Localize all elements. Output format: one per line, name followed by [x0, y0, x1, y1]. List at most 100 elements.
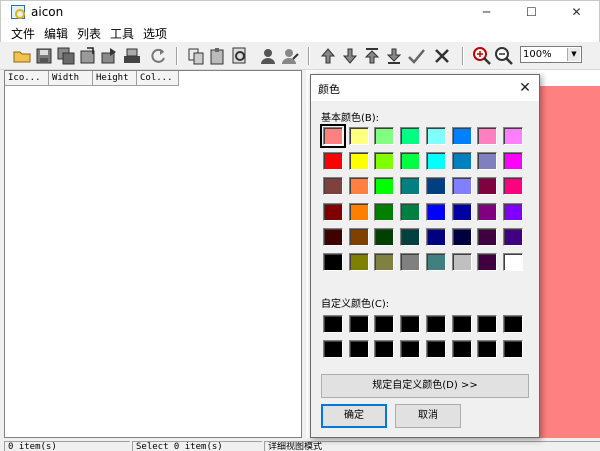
basic-color-swatch[interactable]	[451, 227, 472, 246]
basic-color-swatch[interactable]	[323, 202, 343, 221]
basic-color-swatch[interactable]	[502, 202, 523, 221]
basic-color-swatch[interactable]	[320, 124, 346, 148]
basic-color-swatch[interactable]	[477, 152, 498, 171]
custom-color-swatch[interactable]	[374, 315, 395, 333]
custom-color-swatch[interactable]	[348, 340, 369, 359]
user-edit-icon[interactable]	[280, 46, 300, 66]
basic-color-swatch[interactable]	[348, 152, 369, 171]
basic-color-swatch[interactable]	[451, 177, 472, 196]
custom-color-swatch[interactable]	[374, 340, 395, 359]
custom-color-swatch[interactable]	[477, 340, 498, 359]
basic-color-swatch[interactable]	[400, 177, 421, 196]
basic-color-swatch[interactable]	[477, 177, 498, 196]
paste-icon[interactable]	[208, 46, 228, 66]
column-header-colors[interactable]: Col...	[137, 71, 179, 86]
user-icon[interactable]	[258, 46, 278, 66]
refresh-icon[interactable]	[148, 46, 168, 66]
basic-color-swatch[interactable]	[323, 177, 343, 196]
basic-color-swatch[interactable]	[451, 202, 472, 221]
column-header-icon[interactable]: Ico...	[5, 71, 49, 86]
basic-color-swatch[interactable]	[400, 202, 421, 221]
basic-color-swatch[interactable]	[451, 152, 472, 171]
basic-color-swatch[interactable]	[451, 127, 472, 145]
basic-color-swatch[interactable]	[502, 177, 523, 196]
basic-color-swatch[interactable]	[502, 227, 523, 246]
find-icon[interactable]	[230, 46, 250, 66]
chevron-down-icon[interactable]: ▼	[567, 48, 580, 61]
move-down-icon[interactable]	[340, 46, 360, 66]
menu-file[interactable]: 文件	[11, 25, 35, 42]
menu-tools[interactable]: 工具	[110, 25, 134, 42]
basic-color-swatch[interactable]	[425, 253, 446, 271]
menu-list[interactable]: 列表	[77, 25, 101, 42]
basic-color-swatch[interactable]	[374, 152, 395, 171]
basic-color-swatch[interactable]	[374, 253, 395, 271]
basic-color-swatch[interactable]	[348, 253, 369, 271]
custom-color-swatch[interactable]	[323, 315, 343, 333]
close-window-button[interactable]: ✕	[554, 1, 599, 23]
custom-color-swatch[interactable]	[425, 340, 446, 359]
custom-color-swatch[interactable]	[348, 315, 369, 333]
custom-color-swatch[interactable]	[323, 340, 343, 359]
save-all-icon[interactable]	[56, 46, 76, 66]
basic-color-swatch[interactable]	[348, 127, 369, 145]
basic-color-swatch[interactable]	[425, 127, 446, 145]
basic-color-swatch[interactable]	[477, 227, 498, 246]
custom-color-swatch[interactable]	[425, 315, 446, 333]
custom-color-swatch[interactable]	[451, 315, 472, 333]
basic-color-swatch[interactable]	[425, 152, 446, 171]
basic-color-swatch[interactable]	[400, 253, 421, 271]
custom-color-swatch[interactable]	[400, 340, 421, 359]
custom-color-swatch[interactable]	[451, 340, 472, 359]
basic-color-swatch[interactable]	[477, 202, 498, 221]
custom-color-swatch[interactable]	[502, 315, 523, 333]
basic-color-swatch[interactable]	[323, 152, 343, 171]
copy-icon[interactable]	[186, 46, 206, 66]
delete-icon[interactable]	[432, 46, 452, 66]
ok-button[interactable]: 确定	[321, 404, 387, 428]
basic-color-swatch[interactable]	[348, 202, 369, 221]
zoom-out-icon[interactable]	[494, 46, 514, 66]
basic-color-swatch[interactable]	[374, 227, 395, 246]
basic-color-swatch[interactable]	[425, 227, 446, 246]
open-folder-icon[interactable]	[12, 46, 32, 66]
icon-list[interactable]: Ico... Width Height Col...	[4, 70, 302, 438]
custom-color-swatch[interactable]	[477, 315, 498, 333]
basic-color-swatch[interactable]	[477, 253, 498, 271]
move-up-icon[interactable]	[318, 46, 338, 66]
basic-color-swatch[interactable]	[502, 152, 523, 171]
basic-color-swatch[interactable]	[374, 202, 395, 221]
custom-color-swatch[interactable]	[502, 340, 523, 359]
minimize-button[interactable]: ─	[464, 1, 509, 23]
extract-icon[interactable]	[100, 46, 120, 66]
basic-color-swatch[interactable]	[348, 227, 369, 246]
basic-color-swatch[interactable]	[425, 177, 446, 196]
dialog-close-button[interactable]: ✕	[515, 78, 535, 98]
basic-color-swatch[interactable]	[451, 253, 472, 271]
zoom-select[interactable]: 100% ▼	[520, 46, 582, 63]
save-icon[interactable]	[34, 46, 54, 66]
basic-color-swatch[interactable]	[502, 253, 523, 271]
basic-color-swatch[interactable]	[400, 227, 421, 246]
basic-color-swatch[interactable]	[425, 202, 446, 221]
menu-options[interactable]: 选项	[143, 25, 167, 42]
basic-color-swatch[interactable]	[348, 177, 369, 196]
basic-color-swatch[interactable]	[323, 253, 343, 271]
archive-icon[interactable]	[122, 46, 142, 66]
maximize-button[interactable]: ☐	[509, 1, 554, 23]
basic-color-swatch[interactable]	[400, 127, 421, 145]
check-icon[interactable]	[406, 46, 426, 66]
menu-edit[interactable]: 编辑	[44, 25, 68, 42]
column-header-height[interactable]: Height	[93, 71, 137, 86]
move-top-icon[interactable]	[362, 46, 382, 66]
export-icon[interactable]	[78, 46, 98, 66]
basic-color-swatch[interactable]	[477, 127, 498, 145]
custom-color-swatch[interactable]	[400, 315, 421, 333]
define-custom-colors-button[interactable]: 规定自定义颜色(D) >>	[321, 374, 529, 398]
basic-color-swatch[interactable]	[400, 152, 421, 171]
column-header-width[interactable]: Width	[49, 71, 93, 86]
basic-color-swatch[interactable]	[374, 127, 395, 145]
basic-color-swatch[interactable]	[374, 177, 395, 196]
cancel-button[interactable]: 取消	[395, 404, 461, 428]
move-bottom-icon[interactable]	[384, 46, 404, 66]
